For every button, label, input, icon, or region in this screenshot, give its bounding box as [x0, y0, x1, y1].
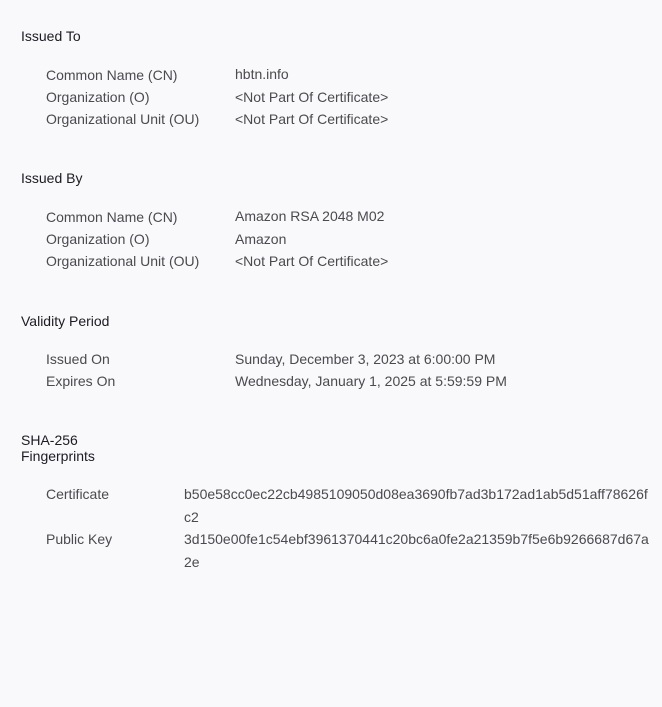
issued-by-cn-label: Common Name (CN)	[46, 209, 178, 225]
issued-by-heading: Issued By	[21, 170, 83, 186]
issued-to-ou-value: <Not Part Of Certificate>	[235, 111, 389, 127]
issued-to-heading: Issued To	[21, 28, 81, 44]
fingerprints-heading: SHA-256 Fingerprints	[21, 432, 95, 464]
public-key-fingerprint-label: Public Key	[46, 531, 113, 547]
public-key-fingerprint-value: 3d150e00fe1c54ebf3961370441c20bc6a0fe2a2…	[184, 531, 649, 570]
issued-by-org-label: Organization (O)	[46, 231, 150, 247]
validity-heading: Validity Period	[21, 313, 110, 329]
expires-on-label: Expires On	[46, 373, 116, 389]
issued-by-cn-value: Amazon RSA 2048 M02	[235, 208, 385, 224]
issued-to-org-value: <Not Part Of Certificate>	[235, 89, 389, 105]
certificate-fingerprint-label: Certificate	[46, 486, 110, 502]
issued-by-ou-value: <Not Part Of Certificate>	[235, 253, 389, 269]
certificate-fingerprint-value: b50e58cc0ec22cb4985109050d08ea3690fb7ad3…	[184, 486, 648, 525]
issued-by-org-value: Amazon	[235, 231, 287, 247]
issued-by-ou-label: Organizational Unit (OU)	[46, 253, 200, 269]
issued-on-label: Issued On	[46, 351, 110, 367]
issued-to-cn-label: Common Name (CN)	[46, 67, 178, 83]
fingerprints-heading-line2: Fingerprints	[21, 447, 95, 464]
issued-to-ou-label: Organizational Unit (OU)	[46, 111, 200, 127]
expires-on-value: Wednesday, January 1, 2025 at 5:59:59 PM	[235, 373, 507, 389]
issued-on-value: Sunday, December 3, 2023 at 6:00:00 PM	[235, 351, 496, 367]
issued-to-cn-value: hbtn.info	[235, 66, 289, 82]
fingerprints-heading-line1: SHA-256	[21, 432, 78, 448]
issued-to-org-label: Organization (O)	[46, 89, 150, 105]
